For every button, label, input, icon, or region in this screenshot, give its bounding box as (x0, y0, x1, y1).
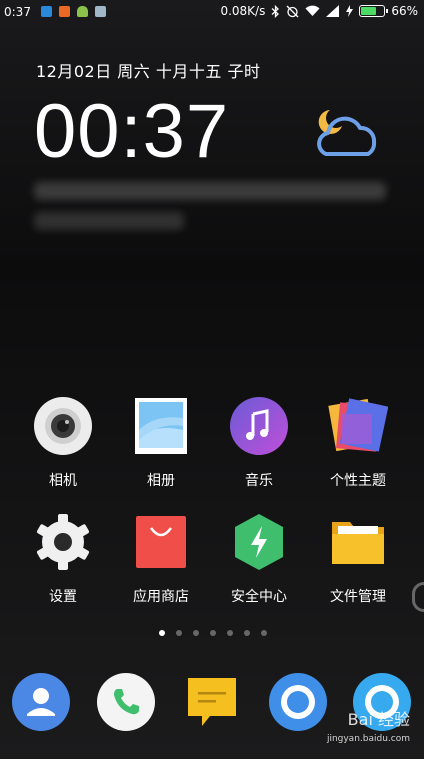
page-indicator[interactable] (159, 630, 267, 636)
page-dot-1[interactable] (159, 630, 165, 636)
app-security[interactable]: 安全中心 (209, 512, 309, 606)
camera-icon (34, 397, 92, 455)
app-label: 相机 (49, 473, 77, 489)
watermark-brand: Bai 经验 (347, 710, 410, 729)
page-dot-2[interactable] (176, 630, 182, 636)
app-label: 设置 (49, 589, 77, 605)
browser-icon[interactable] (268, 672, 328, 732)
app-themes[interactable]: 个性主题 (308, 396, 408, 490)
clock: 00:37 (34, 89, 230, 174)
app-gallery[interactable]: 相册 (111, 396, 211, 490)
app-notification-icon-4 (95, 6, 106, 17)
watermark-url: jingyan.baidu.com (326, 734, 410, 744)
security-icon (235, 514, 283, 570)
app-label: 音乐 (245, 473, 273, 489)
app-notification-icon-1 (41, 6, 52, 17)
date-text: 12月02日 周六 十月十五 子时 (36, 62, 261, 81)
themes-icon (328, 398, 389, 452)
alarm-off-icon (286, 5, 299, 17)
app-label: 相册 (147, 473, 175, 489)
app-label: 个性主题 (330, 473, 386, 489)
phone-icon[interactable] (96, 672, 156, 732)
status-time: 0:37 (4, 5, 31, 19)
status-right: 0.08K/s 66% (220, 4, 418, 18)
file-manager-icon (332, 522, 384, 564)
battery-icon (359, 5, 389, 17)
messages-icon[interactable] (182, 672, 242, 732)
app-label: 文件管理 (330, 589, 386, 605)
status-bar: 0:37 0.08K/s 66% (0, 0, 424, 24)
app-label: 安全中心 (231, 589, 287, 605)
blurred-notification-text-2 (34, 212, 184, 230)
page-dot-5[interactable] (227, 630, 233, 636)
battery-percent: 66% (391, 4, 418, 18)
signal-icon (326, 5, 340, 17)
app-settings[interactable]: 设置 (13, 512, 113, 606)
baidu-watermark: Bai 经验 jingyan.baidu.com (327, 706, 410, 744)
app-camera[interactable]: 相机 (13, 396, 113, 490)
app-store-icon (136, 516, 186, 568)
gallery-icon (135, 398, 187, 454)
contacts-icon[interactable] (11, 672, 71, 732)
page-dot-4[interactable] (210, 630, 216, 636)
charging-icon (346, 5, 354, 17)
page-dot-7[interactable] (261, 630, 267, 636)
app-store[interactable]: 应用商店 (111, 512, 211, 606)
app-file-manager[interactable]: 文件管理 (308, 512, 408, 606)
floating-ball-handle[interactable] (412, 582, 424, 612)
music-icon (230, 397, 288, 455)
network-speed: 0.08K/s (220, 4, 266, 18)
app-label: 应用商店 (133, 589, 189, 605)
page-dot-3[interactable] (193, 630, 199, 636)
wifi-icon (305, 5, 320, 17)
settings-icon (36, 514, 90, 570)
android-icon (77, 6, 88, 17)
bluetooth-icon (271, 4, 280, 18)
page-dot-6[interactable] (244, 630, 250, 636)
app-music[interactable]: 音乐 (209, 396, 309, 490)
moon-cloud-icon[interactable] (312, 104, 384, 164)
blurred-notification-text (34, 182, 386, 200)
app-notification-icon-2 (59, 6, 70, 17)
